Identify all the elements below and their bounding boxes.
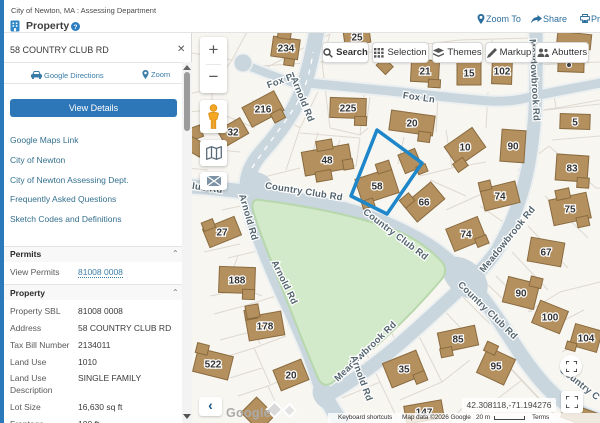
svg-text:5: 5 [572,118,578,129]
svg-text:74: 74 [460,230,472,241]
svg-text:20: 20 [285,371,297,382]
svg-text:85: 85 [452,335,464,346]
svg-text:83: 83 [566,164,578,175]
svg-text:20: 20 [406,119,418,130]
svg-text:48: 48 [321,156,333,167]
svg-text:67: 67 [540,248,552,259]
svg-text:?: ? [74,24,78,31]
svg-text:100: 100 [542,313,559,324]
svg-text:522: 522 [205,360,222,371]
svg-text:27: 27 [216,228,228,239]
svg-text:234: 234 [278,44,295,55]
svg-text:102: 102 [494,67,511,78]
svg-text:75: 75 [564,205,576,216]
svg-text:35: 35 [398,365,410,376]
svg-text:74: 74 [494,192,506,203]
svg-text:66: 66 [418,198,430,209]
svg-text:58: 58 [371,182,383,193]
svg-text:10: 10 [459,143,471,154]
svg-text:32: 32 [227,128,239,139]
svg-text:15: 15 [463,69,475,80]
svg-text:188: 188 [229,276,246,287]
svg-text:225: 225 [340,104,357,115]
svg-text:104: 104 [578,334,595,345]
svg-text:216: 216 [255,105,272,116]
svg-text:21: 21 [419,67,431,78]
svg-text:95: 95 [490,362,502,373]
svg-text:178: 178 [257,322,274,333]
svg-text:90: 90 [507,142,519,153]
svg-text:90: 90 [515,289,527,300]
